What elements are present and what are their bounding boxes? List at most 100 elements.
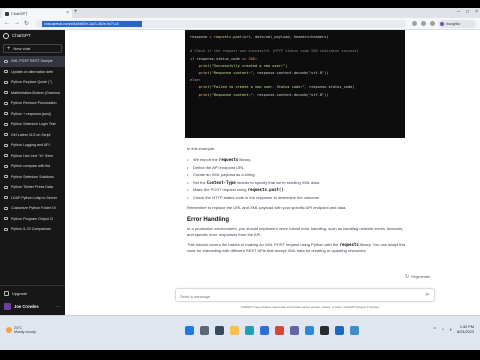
screen: ChatGPT × + – □ × ← → ↻ chat.openai.com/… <box>0 8 480 350</box>
sidebar-chat-label: Python Tkinter Press Data <box>11 185 53 190</box>
bookmark-icon[interactable] <box>421 21 426 26</box>
back-icon[interactable]: ← <box>4 20 10 26</box>
profile-button[interactable]: Incognito <box>438 20 476 28</box>
reload-icon[interactable]: ↻ <box>24 20 29 27</box>
url-text[interactable]: chat.openai.com/c/5a3d6f2e-1a21-4b2e-9c7… <box>42 21 142 27</box>
outlook-icon[interactable] <box>335 326 344 335</box>
sidebar-chat-item[interactable]: Python Logging and API <box>0 140 65 151</box>
regenerate-button[interactable]: ↻ Regenerate <box>405 274 430 280</box>
user-menu[interactable]: Joe Crowles <box>4 303 39 310</box>
chat-bubble-icon <box>4 206 8 210</box>
browser-tab[interactable]: ChatGPT × <box>2 9 72 18</box>
photos-icon[interactable] <box>350 326 359 335</box>
message-input[interactable] <box>180 292 410 300</box>
bullet-text-part: Set the <box>193 179 207 185</box>
chat-bubble-icon <box>4 227 8 231</box>
clock-date: 8/24/2023 <box>457 330 474 334</box>
store-icon[interactable] <box>260 326 269 335</box>
sidebar-chat-item[interactable]: Mathematics Bottom (Gramma <box>0 88 65 99</box>
code-token: , response.content.decode("utf-8")) <box>252 92 329 97</box>
chat-bubble-icon <box>4 154 8 158</box>
task-view-icon[interactable] <box>215 326 224 335</box>
bullet-text: Check the HTTP status code in the respon… <box>193 194 320 202</box>
address-bar[interactable]: chat.openai.com/c/5a3d6f2e-1a21-4b2e-9c7… <box>36 20 406 28</box>
code-token: "Failed to create a new user. Status cod… <box>211 85 305 90</box>
windows-start-icon[interactable] <box>185 326 194 335</box>
download-icon[interactable] <box>430 21 435 26</box>
answer-paragraph-2: This tutorial covers the basics of makin… <box>187 242 407 254</box>
weather-desc: Mostly cloudy <box>14 330 36 334</box>
code-line: else: <box>190 77 400 84</box>
teams-icon[interactable] <box>290 326 299 335</box>
chat-bubble-icon <box>4 143 8 147</box>
sidebar-chat-item[interactable]: Python Replace Quote (") <box>0 77 65 88</box>
sidebar-chat-item[interactable]: Python + response.json() <box>0 109 65 120</box>
send-icon[interactable]: ➤ <box>425 292 430 298</box>
vscode-icon[interactable] <box>305 326 314 335</box>
sidebar-chat-item[interactable]: Customize Python Folder Di <box>0 203 65 214</box>
chevron-up-icon[interactable]: ^ <box>434 327 436 333</box>
clock[interactable]: 1:32 PM 8/24/2023 <box>457 325 474 335</box>
sidebar-chat-item[interactable]: Python Selenium Login Test <box>0 119 65 130</box>
answer-paragraph-1: In a production environment, you should … <box>187 226 404 237</box>
sidebar-chat-item[interactable]: XML POST REST Sample <box>0 56 65 67</box>
sidebar-chat-label: Customize Python Folder Di <box>11 206 56 211</box>
sidebar-chat-label: Python Logging and API <box>11 143 50 148</box>
edge-icon[interactable] <box>245 326 254 335</box>
sidebar-app-title: ChatGPT <box>12 33 31 38</box>
sidebar-chat-item[interactable]: LDAP Python Ldap to Server <box>0 193 65 204</box>
forward-icon[interactable]: → <box>14 20 20 26</box>
code-line: print("Failed to create a new user. Stat… <box>190 84 400 91</box>
para2-inline-code: requests <box>339 242 359 247</box>
sidebar-chat-label: Python Program Output Cl <box>11 216 54 221</box>
bullet-text: Define the API endpoint URL. <box>193 164 245 172</box>
close-icon[interactable]: × <box>475 9 478 15</box>
wifi-icon[interactable]: ◔ <box>441 327 444 333</box>
sidebar-chat-item[interactable]: Python Tkinter Press Data <box>0 182 65 193</box>
sidebar-footer: Upgrade Joe Crowles ··· <box>0 285 65 315</box>
new-chat-button[interactable]: + New chat <box>3 44 62 53</box>
sidebar-chat-item[interactable]: Python Program Output Cl <box>0 214 65 225</box>
volume-icon[interactable]: ◖ <box>449 327 452 333</box>
sidebar-chat-item[interactable]: Python compare with list <box>0 161 65 172</box>
code-token: # Check if the request was successful (H… <box>190 49 359 54</box>
tab-close-icon[interactable]: × <box>66 10 69 16</box>
chrome-icon[interactable] <box>275 326 284 335</box>
sidebar-chat-item[interactable]: Python Selenium Solutions <box>0 172 65 183</box>
more-options-icon[interactable]: ··· <box>56 304 61 310</box>
browser-toolbar: ← → ↻ chat.openai.com/c/5a3d6f2e-1a21-4b… <box>0 18 480 30</box>
tab-title: ChatGPT <box>11 11 28 16</box>
answer-reminder: Remember to replace the URL and XML payl… <box>187 205 347 210</box>
answer-bullet: • Create an XML payload as a string. <box>187 171 407 179</box>
sidebar-chat-item[interactable]: Update on alternative dete <box>0 67 65 78</box>
profile-name: Incognito <box>446 22 461 26</box>
chat-bubble-icon <box>4 185 8 189</box>
terminal-icon[interactable] <box>320 326 329 335</box>
new-tab-icon[interactable]: + <box>74 9 78 15</box>
upgrade-button[interactable]: Upgrade <box>4 291 27 296</box>
sidebar-chat-item[interactable]: Get Latest XLS on Script <box>0 130 65 141</box>
file-explorer-icon[interactable] <box>230 326 239 335</box>
refresh-icon: ↻ <box>405 274 410 280</box>
search-icon[interactable] <box>200 326 209 335</box>
sidebar-chat-item[interactable]: Python Use Line "In" Seen <box>0 151 65 162</box>
inline-code: Content-Type <box>206 179 236 185</box>
bullet-text-part: Define the API endpoint URL. <box>193 164 246 170</box>
minimize-icon[interactable]: – <box>457 9 460 15</box>
sidebar-chat-label: Mathematics Bottom (Gramma <box>11 90 60 95</box>
answer-bullet: • We import the requests library. <box>187 156 407 164</box>
sidebar-chat-item[interactable]: Python & JS Comparison <box>0 224 65 235</box>
code-token: : <box>198 78 201 83</box>
bullet-text-part: Create an XML payload as a string. <box>193 172 256 177</box>
maximize-icon[interactable]: □ <box>466 9 469 15</box>
code-token: "Response content:" <box>211 71 253 76</box>
letterbox-top <box>0 0 480 8</box>
bullet-text-part: header to specify that we're sending XML… <box>235 179 320 185</box>
extension-icon[interactable] <box>412 21 417 26</box>
sidebar-chat-item[interactable]: Python Remove Punctuation <box>0 98 65 109</box>
weather-widget[interactable]: 24°C Mostly cloudy <box>6 326 36 334</box>
sidebar-chat-label: Update on alternative dete <box>11 69 54 74</box>
